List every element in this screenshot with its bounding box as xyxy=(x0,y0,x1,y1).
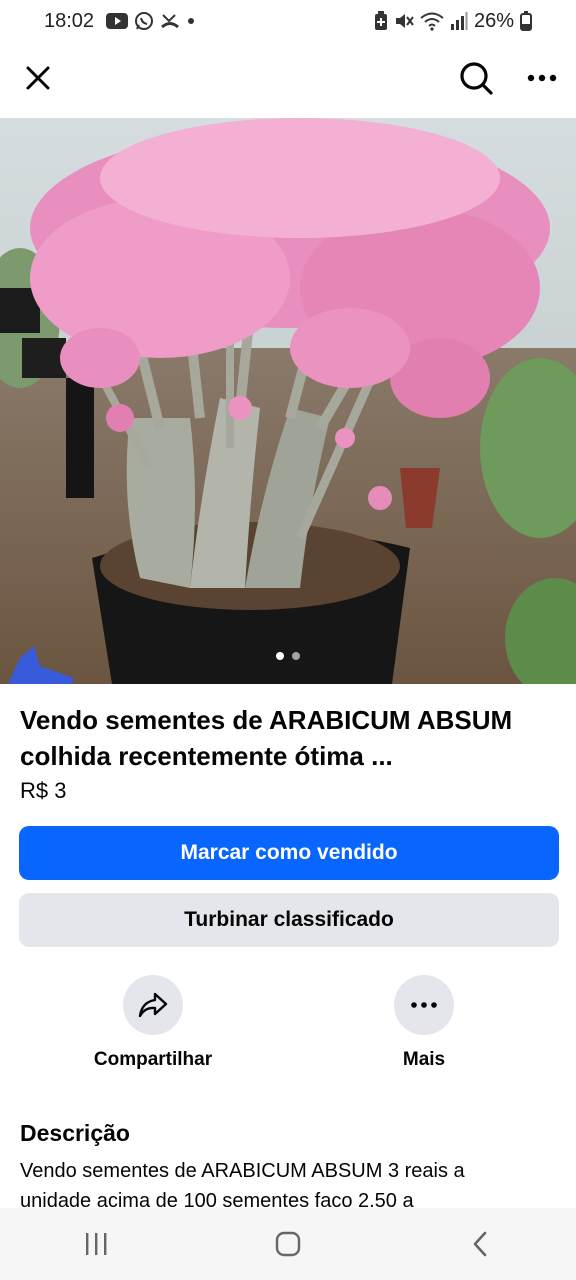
close-icon xyxy=(26,66,50,90)
pagination-dot xyxy=(292,652,300,660)
top-bar xyxy=(0,46,576,110)
battery-percent: 26% xyxy=(473,9,514,32)
status-right: 26% xyxy=(374,10,532,33)
more-label: Mais xyxy=(402,1049,446,1070)
more-horizontal-icon xyxy=(411,1002,437,1008)
back-button[interactable] xyxy=(440,1214,520,1274)
photo-pagination xyxy=(276,652,300,660)
share-icon xyxy=(138,992,168,1018)
wifi-icon xyxy=(420,11,444,31)
recent-apps-button[interactable] xyxy=(56,1214,136,1274)
listing-photo[interactable] xyxy=(0,118,576,684)
more-options-button[interactable] xyxy=(520,56,564,100)
dot-icon xyxy=(186,16,196,26)
home-icon xyxy=(275,1231,301,1257)
share-label: Compartilhar xyxy=(93,1049,213,1070)
boost-listing-button[interactable]: Turbinar classificado xyxy=(19,893,559,947)
more-horizontal-icon xyxy=(527,74,557,82)
description-heading: Descrição xyxy=(20,1120,130,1146)
close-button[interactable] xyxy=(18,58,58,98)
more-action[interactable]: Mais xyxy=(334,975,514,1071)
home-button[interactable] xyxy=(248,1214,328,1274)
share-button[interactable] xyxy=(123,975,183,1035)
status-left: 18:02 xyxy=(44,10,196,33)
search-button[interactable] xyxy=(454,56,498,100)
recent-apps-icon xyxy=(86,1233,107,1255)
search-icon xyxy=(460,62,493,95)
mark-as-sold-button[interactable]: Marcar como vendido xyxy=(19,826,559,880)
more-button[interactable] xyxy=(394,975,454,1035)
listing-price: R$ 3 xyxy=(20,778,67,803)
pagination-dot-active xyxy=(276,652,284,660)
back-icon xyxy=(473,1231,487,1257)
share-action[interactable]: Compartilhar xyxy=(63,975,243,1071)
battery-icon xyxy=(520,11,532,31)
battery-saver-icon xyxy=(374,11,388,31)
status-bar: 18:02 26% xyxy=(0,0,576,42)
signal-icon xyxy=(450,12,468,30)
description-text: Vendo sementes de ARABICUM ABSUM 3 reais… xyxy=(20,1160,465,1212)
mute-icon xyxy=(394,11,414,31)
whatsapp-icon xyxy=(134,11,154,31)
listing-title: Vendo sementes de ARABICUM ABSUM colhida… xyxy=(20,705,513,771)
system-navigation-bar xyxy=(0,1208,576,1280)
missed-call-icon xyxy=(160,11,180,31)
youtube-icon xyxy=(106,13,129,29)
plant-photo-image xyxy=(0,118,576,684)
status-time: 18:02 xyxy=(44,9,95,32)
